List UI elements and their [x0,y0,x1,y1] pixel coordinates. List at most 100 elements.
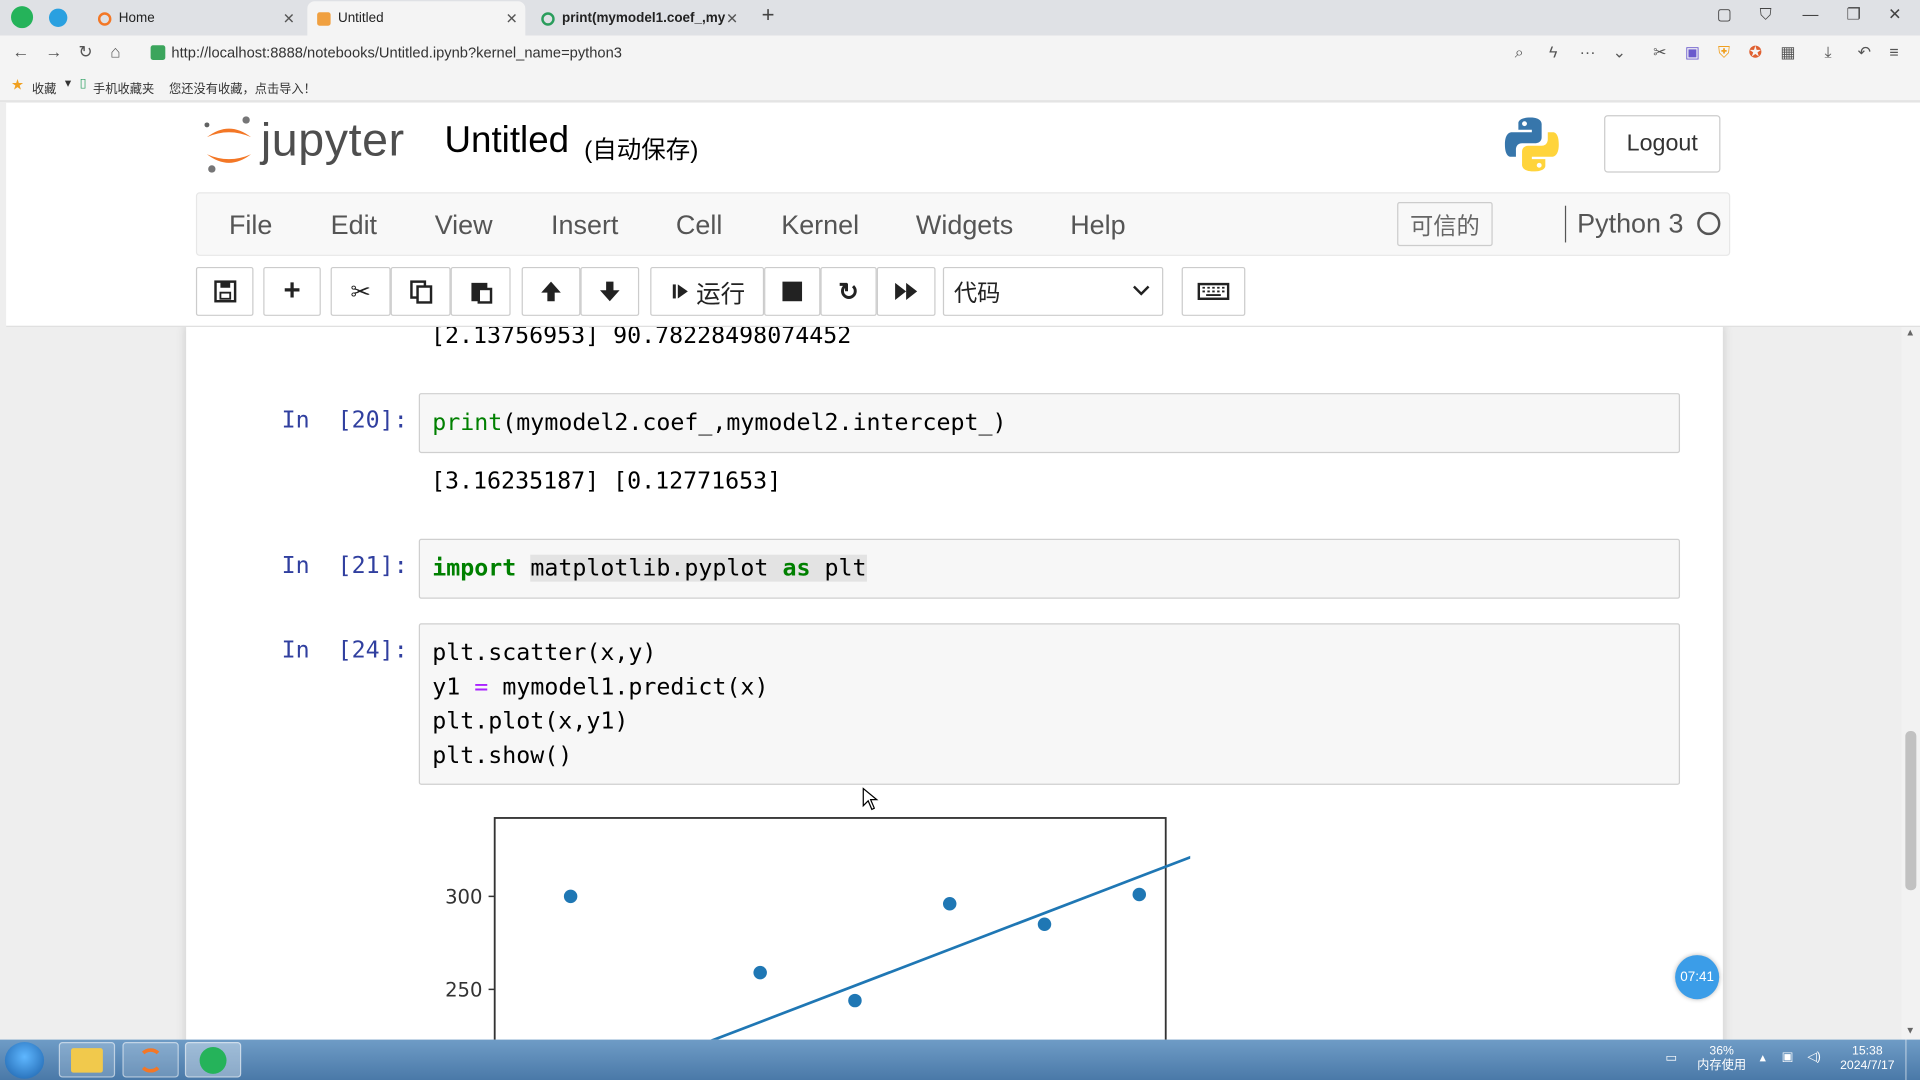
menu-file[interactable]: File [229,209,272,241]
jupyter-app-icon [138,1047,163,1073]
taskbar-browser[interactable] [184,1042,242,1078]
download-icon[interactable]: ⤓ [1825,43,1832,63]
menu-edit[interactable]: Edit [331,209,377,241]
cell-type-value: 代码 [953,281,1001,307]
jupyter-logo[interactable]: jupyter [202,115,422,176]
close-tab-icon[interactable]: ✕ [283,10,295,27]
notebook-tab-icon [317,11,331,26]
shirt-icon[interactable]: ⛉ [1760,5,1772,25]
paste-button[interactable] [450,266,511,316]
volume-icon[interactable]: ◁) [1807,1051,1821,1066]
forward-icon[interactable]: → [45,42,62,62]
new-tab-button[interactable]: + [762,2,775,28]
tab-untitled[interactable]: Untitled ✕ [307,1,526,36]
plus-icon: + [283,274,301,308]
lightning-icon[interactable]: ϟ [1549,43,1557,61]
menu-kernel[interactable]: Kernel [781,209,859,241]
close-tab-icon[interactable]: ✕ [726,10,738,27]
restart-button[interactable]: ↻ [820,266,877,316]
menu-help[interactable]: Help [1070,209,1125,241]
scroll-up-icon[interactable]: ▲ [1905,327,1915,338]
code-text: mymodel1.predict(x) [488,673,769,701]
chevron-down-icon[interactable]: ▾ [65,77,71,90]
close-window-icon[interactable]: ✕ [1888,5,1901,25]
browser-logo-icon[interactable] [11,6,34,29]
notebook-area: [2.13756953] 90.78228498074452 In [20]: … [6,326,1902,1040]
scroll-down-icon[interactable]: ▼ [1905,1025,1915,1036]
tab-label: Untitled [337,11,384,26]
taskbar-explorer[interactable] [58,1042,116,1078]
code-cell-24[interactable]: plt.scatter(x,y) y1 = mymodel1.predict(x… [418,623,1681,785]
menu-widgets[interactable]: Widgets [916,209,1013,241]
kernel-name[interactable]: Python 3 [1577,208,1683,240]
bookmark-mobile[interactable]: 手机收藏夹 [93,78,154,96]
memory-label: 内存使用 [1697,1059,1747,1073]
cell-output: [2.13756953] 90.78228498074452 [431,326,852,349]
code-keyword: import [432,554,517,582]
bookmark-favorites[interactable]: 收藏 [32,78,56,96]
bookmark-import-hint[interactable]: 您还没有收藏，点击导入！ [169,78,316,96]
notebook-title[interactable]: Untitled [444,120,569,162]
close-tab-icon[interactable]: ✕ [506,10,518,27]
back-icon[interactable]: ← [12,42,29,62]
game-icon[interactable]: ✪ [1749,43,1762,63]
logout-button[interactable]: Logout [1604,115,1721,173]
move-up-button[interactable] [521,266,581,316]
tab-count-icon[interactable]: ▢ [1717,5,1732,25]
show-desktop-button[interactable] [1905,1039,1920,1080]
scatter-point [1037,917,1052,931]
restore-icon[interactable]: ❐ [1847,5,1861,25]
clock-date: 2024/7/17 [1840,1059,1895,1073]
cut-button[interactable]: ✂ [330,266,391,316]
tab-home[interactable]: Home ✕ [88,1,302,35]
menu-view[interactable]: View [435,209,493,241]
trusted-badge[interactable]: 可信的 [1397,202,1493,247]
code-cell-21[interactable]: import matplotlib.pyplot as plt [418,538,1681,599]
scatter-point [563,889,578,904]
telegram-icon[interactable] [48,8,68,27]
undo-icon[interactable]: ↶ [1858,43,1871,63]
scrollbar-thumb[interactable] [1905,731,1917,891]
cell-type-select[interactable]: 代码 [942,266,1164,316]
restart-run-all-button[interactable] [876,266,936,316]
code-line: print(mymodel2.coef_,mymodel2.intercept_… [432,409,1006,436]
more-icon[interactable]: ··· [1580,43,1596,61]
y-tick-label: 300 [445,886,482,909]
clock[interactable]: 15:38 2024/7/17 [1837,1044,1898,1073]
move-down-button[interactable] [580,266,640,316]
insert-cell-button[interactable]: + [263,266,321,316]
home-icon[interactable]: ⌂ [110,42,120,62]
memory-usage[interactable]: 36% 内存使用 [1697,1044,1746,1073]
taskbar-jupyter[interactable] [122,1042,179,1078]
apps-grid-icon[interactable]: ▦ [1780,43,1795,63]
run-button[interactable]: 运行 [650,266,765,316]
copy-button[interactable] [390,266,451,316]
start-button[interactable] [4,1042,45,1079]
cell-output: [3.16235187] [0.12771653] [431,467,782,495]
chevron-down-icon[interactable]: ⌄ [1613,43,1626,63]
menu-icon[interactable]: ≡ [1889,43,1898,61]
extension-icon[interactable]: ▣ [1685,43,1700,63]
page-scrollbar[interactable]: ▲ ▼ [1901,326,1920,1040]
menu-insert[interactable]: Insert [551,209,618,241]
code-cell-20[interactable]: print(mymodel2.coef_,mymodel2.intercept_… [418,393,1681,454]
interrupt-button[interactable] [764,266,821,316]
scissors-icon[interactable]: ✂ [1653,43,1666,63]
shield-icon[interactable]: ⛨ [1718,43,1730,63]
scatter-point [753,965,767,980]
minimize-icon[interactable]: — [1802,5,1818,23]
tray-expand-icon[interactable]: ▴ [1760,1052,1766,1067]
reload-icon[interactable]: ↻ [78,42,92,63]
recording-timer[interactable]: 07:41 [1675,955,1720,1000]
menu-cell[interactable]: Cell [676,209,722,241]
save-button[interactable] [195,266,254,316]
url-field[interactable]: http://localhost:8888/notebooks/Untitled… [142,39,1648,66]
tab-search[interactable]: print(mymodel1.coef_,my ✕ [531,1,745,35]
y-tick-label: 250 [445,979,482,1002]
keyboard-shortcuts-button[interactable] [1181,266,1246,316]
menu-bar: File Edit View Insert Cell Kernel Widget… [195,192,1731,256]
zoom-icon[interactable]: ⌕ [1515,43,1524,63]
keyboard-tray-icon[interactable]: ▭ [1665,1052,1677,1067]
autosave-status: (自动保存) [584,137,699,165]
network-icon[interactable]: ▣ [1782,1051,1794,1066]
